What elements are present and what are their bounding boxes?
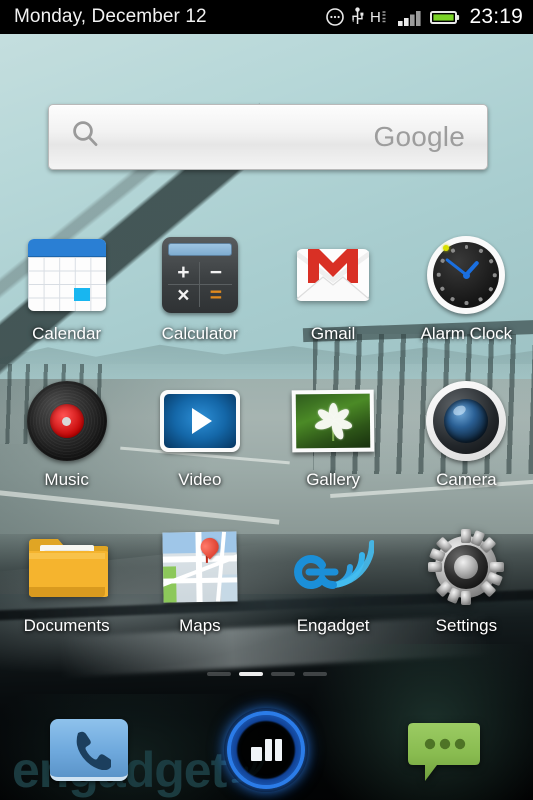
google-search-widget[interactable]: Google	[48, 104, 488, 170]
gallery-icon[interactable]	[290, 378, 376, 464]
camera-icon[interactable]	[423, 378, 509, 464]
dock-phone-button[interactable]	[41, 707, 137, 793]
usb-icon	[351, 7, 364, 27]
music-icon[interactable]	[24, 378, 110, 464]
search-brand-label: Google	[373, 121, 465, 152]
app-camera[interactable]: Camera	[400, 374, 533, 520]
status-bar-date: Monday, December 12	[14, 6, 207, 27]
app-maps[interactable]: Maps	[133, 520, 266, 666]
calculator-key-equals: =	[209, 284, 222, 308]
alarm-clock-icon[interactable]	[423, 232, 509, 318]
sms-notification-icon	[325, 7, 345, 27]
app-label: Calculator	[161, 324, 239, 343]
dock-messaging-button[interactable]	[396, 707, 492, 793]
app-row: Documents Maps Engadget Settings	[0, 520, 533, 666]
signal-bars-icon	[398, 7, 424, 27]
calculator-key-times: ×	[168, 284, 200, 307]
app-label: Gmail	[310, 324, 356, 343]
page-indicator	[0, 672, 533, 676]
app-documents[interactable]: Documents	[0, 520, 133, 666]
app-label: Alarm Clock	[420, 324, 513, 343]
app-label: Maps	[179, 616, 221, 635]
app-label: Engadget	[296, 616, 370, 635]
status-bar-icons: H 23:19	[325, 5, 523, 29]
calculator-key-plus: +	[167, 262, 200, 285]
status-bar-time: 23:19	[469, 5, 523, 28]
dock-app-drawer-button[interactable]	[218, 707, 314, 793]
page-dot[interactable]	[206, 672, 231, 676]
app-settings[interactable]: Settings	[400, 520, 533, 666]
app-video[interactable]: Video	[133, 374, 266, 520]
messaging-icon[interactable]	[407, 719, 481, 781]
search-icon	[69, 118, 103, 157]
settings-gear-icon[interactable]	[423, 524, 509, 610]
app-label: Music	[44, 470, 89, 489]
app-calendar[interactable]: Calendar	[0, 228, 133, 374]
app-label: Documents	[23, 616, 110, 635]
app-alarm-clock[interactable]: Alarm Clock	[400, 228, 533, 374]
app-label: Gallery	[306, 470, 361, 489]
page-dot-active[interactable]	[238, 672, 263, 676]
app-grid: Calendar + − × = Calculator Gmail Alarm …	[0, 228, 533, 658]
app-row: Calendar + − × = Calculator Gmail Alarm …	[0, 228, 533, 374]
dock	[0, 700, 533, 800]
app-gmail[interactable]: Gmail	[267, 228, 400, 374]
app-label: Settings	[435, 616, 498, 635]
calculator-icon[interactable]: + − × =	[157, 232, 243, 318]
phone-icon[interactable]	[49, 719, 128, 781]
gmail-icon[interactable]	[290, 232, 376, 318]
maps-icon[interactable]	[157, 524, 243, 610]
hspa-icon: H	[370, 7, 392, 27]
app-gallery[interactable]: Gallery	[267, 374, 400, 520]
phone-screen: Monday, December 12 H 23:19 Google Calen…	[0, 0, 533, 800]
app-drawer-icon[interactable]	[224, 708, 309, 792]
engadget-icon[interactable]	[290, 524, 376, 610]
app-calculator[interactable]: + − × = Calculator	[133, 228, 266, 374]
calendar-icon[interactable]	[24, 232, 110, 318]
documents-folder-icon[interactable]	[24, 524, 110, 610]
app-row: Music Video Gallery Camera	[0, 374, 533, 520]
page-dot[interactable]	[302, 672, 327, 676]
app-label: Video	[178, 470, 222, 489]
video-icon[interactable]	[157, 378, 243, 464]
app-engadget[interactable]: Engadget	[267, 520, 400, 666]
svg-text:H: H	[370, 9, 381, 26]
app-label: Camera	[436, 470, 497, 489]
battery-icon	[430, 7, 460, 27]
page-dot[interactable]	[270, 672, 295, 676]
status-bar[interactable]: Monday, December 12 H 23:19	[0, 0, 533, 34]
app-label: Calendar	[32, 324, 102, 343]
app-music[interactable]: Music	[0, 374, 133, 520]
calculator-key-minus: −	[199, 262, 232, 285]
